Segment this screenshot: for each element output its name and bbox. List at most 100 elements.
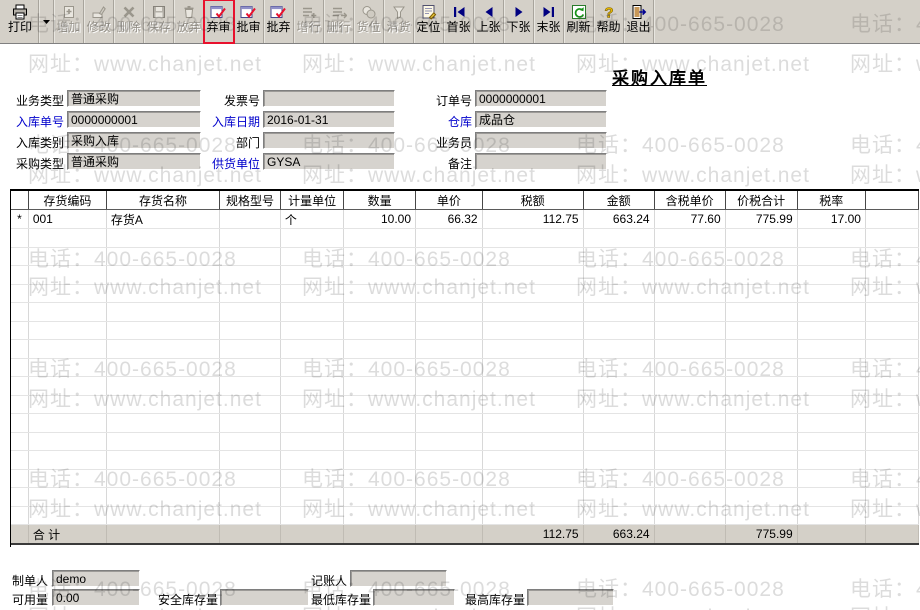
table-cell[interactable] bbox=[654, 340, 725, 359]
table-cell[interactable] bbox=[865, 451, 918, 470]
table-cell[interactable] bbox=[416, 303, 483, 322]
creator-field[interactable] bbox=[52, 570, 140, 587]
table-empty-row[interactable] bbox=[11, 358, 919, 377]
table-cell[interactable] bbox=[482, 395, 583, 414]
table-cell[interactable] bbox=[416, 432, 483, 451]
table-cell[interactable]: 775.99 bbox=[725, 210, 797, 229]
table-cell[interactable] bbox=[220, 358, 281, 377]
table-cell[interactable] bbox=[280, 284, 343, 303]
table-cell[interactable] bbox=[482, 432, 583, 451]
table-cell[interactable] bbox=[654, 303, 725, 322]
table-cell[interactable] bbox=[797, 414, 865, 433]
table-cell[interactable] bbox=[11, 414, 28, 433]
table-empty-row[interactable] bbox=[11, 395, 919, 414]
table-cell[interactable] bbox=[583, 414, 654, 433]
table-cell[interactable] bbox=[106, 321, 219, 340]
min-stock-field[interactable] bbox=[373, 589, 455, 606]
table-cell[interactable] bbox=[797, 358, 865, 377]
table-cell[interactable] bbox=[725, 451, 797, 470]
toolbar-last-button[interactable]: 末张 bbox=[534, 0, 564, 43]
table-cell[interactable] bbox=[416, 506, 483, 525]
table-cell[interactable] bbox=[583, 266, 654, 285]
table-cell[interactable] bbox=[865, 432, 918, 451]
table-cell[interactable] bbox=[725, 358, 797, 377]
table-cell[interactable] bbox=[220, 432, 281, 451]
table-cell[interactable] bbox=[654, 266, 725, 285]
table-cell[interactable] bbox=[220, 210, 281, 229]
table-cell[interactable] bbox=[797, 303, 865, 322]
table-cell[interactable] bbox=[725, 340, 797, 359]
table-empty-row[interactable] bbox=[11, 451, 919, 470]
table-cell[interactable] bbox=[583, 395, 654, 414]
table-cell[interactable] bbox=[106, 506, 219, 525]
table-cell[interactable] bbox=[416, 284, 483, 303]
table-cell[interactable] bbox=[865, 303, 918, 322]
table-cell[interactable] bbox=[583, 451, 654, 470]
table-cell[interactable] bbox=[344, 469, 416, 488]
table-cell[interactable] bbox=[482, 303, 583, 322]
table-cell[interactable] bbox=[583, 358, 654, 377]
table-cell[interactable] bbox=[220, 451, 281, 470]
table-cell[interactable] bbox=[797, 284, 865, 303]
table-cell[interactable] bbox=[797, 377, 865, 396]
table-cell[interactable] bbox=[280, 432, 343, 451]
toolbar-refresh-button[interactable]: 刷新 bbox=[564, 0, 594, 43]
table-cell[interactable] bbox=[797, 488, 865, 507]
table-cell[interactable] bbox=[11, 451, 28, 470]
table-cell[interactable] bbox=[344, 358, 416, 377]
table-cell[interactable] bbox=[797, 340, 865, 359]
table-cell[interactable] bbox=[344, 395, 416, 414]
table-cell[interactable] bbox=[725, 284, 797, 303]
table-cell[interactable] bbox=[865, 506, 918, 525]
table-cell[interactable] bbox=[11, 247, 28, 266]
table-empty-row[interactable] bbox=[11, 488, 919, 507]
table-cell[interactable] bbox=[11, 506, 28, 525]
table-cell[interactable]: 10.00 bbox=[344, 210, 416, 229]
table-cell[interactable] bbox=[280, 377, 343, 396]
table-cell[interactable] bbox=[344, 488, 416, 507]
table-cell[interactable] bbox=[482, 247, 583, 266]
table-empty-row[interactable] bbox=[11, 432, 919, 451]
table-cell[interactable]: 存货A bbox=[106, 210, 219, 229]
toolbar-first-button[interactable]: 首张 bbox=[444, 0, 474, 43]
toolbar-print-button[interactable]: 打印 bbox=[2, 0, 39, 43]
table-cell[interactable] bbox=[106, 377, 219, 396]
table-cell[interactable] bbox=[28, 321, 106, 340]
table-cell[interactable]: 663.24 bbox=[583, 210, 654, 229]
table-cell[interactable] bbox=[725, 321, 797, 340]
table-cell[interactable] bbox=[654, 414, 725, 433]
table-cell[interactable] bbox=[106, 469, 219, 488]
table-cell[interactable] bbox=[280, 247, 343, 266]
toolbar-prev-button[interactable]: 上张 bbox=[474, 0, 504, 43]
table-cell[interactable] bbox=[583, 469, 654, 488]
safety-stock-field[interactable] bbox=[220, 589, 309, 606]
table-cell[interactable]: * bbox=[11, 210, 28, 229]
table-cell[interactable] bbox=[220, 321, 281, 340]
table-cell[interactable] bbox=[482, 358, 583, 377]
table-cell[interactable] bbox=[28, 506, 106, 525]
table-cell[interactable] bbox=[482, 506, 583, 525]
table-cell[interactable] bbox=[106, 358, 219, 377]
table-cell[interactable] bbox=[106, 284, 219, 303]
table-cell[interactable] bbox=[482, 266, 583, 285]
remark-field[interactable] bbox=[475, 153, 607, 170]
table-cell[interactable] bbox=[28, 358, 106, 377]
toolbar-print-dropdown-button[interactable] bbox=[39, 0, 54, 43]
toolbar-next-button[interactable]: 下张 bbox=[504, 0, 534, 43]
table-cell[interactable] bbox=[654, 321, 725, 340]
table-cell[interactable] bbox=[220, 506, 281, 525]
table-cell[interactable] bbox=[11, 469, 28, 488]
table-cell[interactable] bbox=[654, 358, 725, 377]
table-cell[interactable] bbox=[865, 377, 918, 396]
table-cell[interactable] bbox=[416, 340, 483, 359]
salesperson-field[interactable] bbox=[475, 132, 607, 149]
table-cell[interactable] bbox=[106, 451, 219, 470]
order-no-field[interactable] bbox=[475, 90, 607, 107]
toolbar-help-button[interactable]: ?帮助 bbox=[594, 0, 624, 43]
table-cell[interactable] bbox=[482, 451, 583, 470]
available-qty-field[interactable] bbox=[52, 589, 140, 606]
table-empty-row[interactable] bbox=[11, 377, 919, 396]
table-empty-row[interactable] bbox=[11, 247, 919, 266]
table-cell[interactable] bbox=[106, 395, 219, 414]
table-cell[interactable] bbox=[654, 377, 725, 396]
